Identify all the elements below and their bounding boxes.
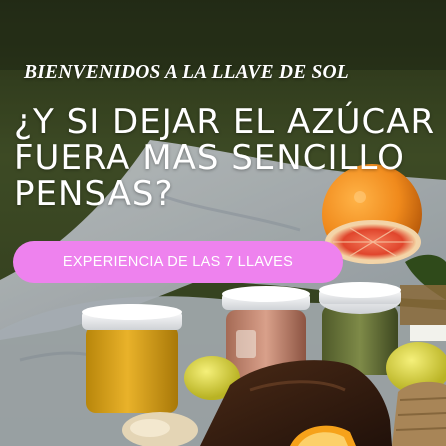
- headline-line: PENSAS?: [14, 174, 174, 214]
- experience-7-keys-button[interactable]: EXPERIENCIA DE LAS 7 LLAVES: [13, 241, 343, 283]
- welcome-tagline: BIENVENIDOS A LA LLAVE DE SOL: [24, 62, 349, 83]
- headline-line: ¿Y SI DEJAR EL AZÚCAR: [14, 102, 436, 142]
- hero-section: BIENVENIDOS A LA LLAVE DE SOL ¿Y SI DEJA…: [0, 0, 446, 446]
- hero-headline: ¿Y SI DEJAR EL AZÚCAR FUERA MAS SENCILLO…: [14, 104, 435, 212]
- headline-line: FUERA MAS SENCILLO: [14, 138, 405, 178]
